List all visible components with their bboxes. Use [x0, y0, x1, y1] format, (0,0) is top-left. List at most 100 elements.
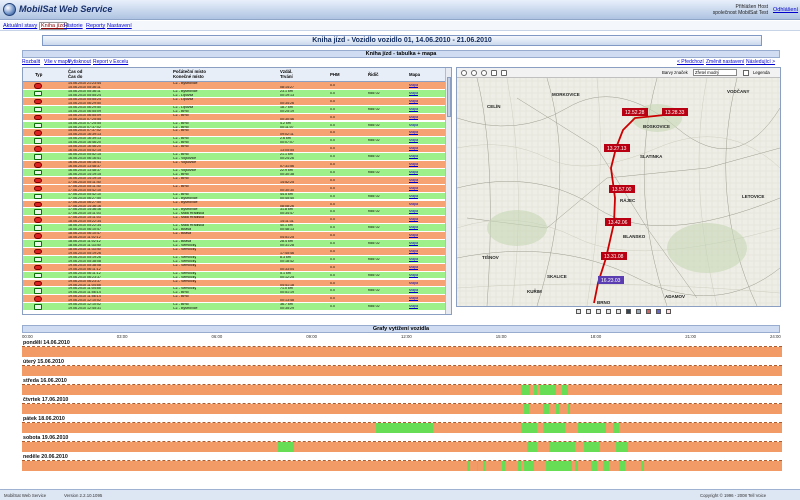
map-tool-2-icon[interactable] [586, 309, 591, 314]
pan-icon[interactable] [491, 70, 497, 76]
legend-checkbox[interactable] [743, 70, 749, 76]
menu-aktualni-stavy[interactable]: Aktuální stavy [3, 23, 37, 29]
zoom-extent-icon[interactable] [481, 70, 487, 76]
day-utilization-bar[interactable] [22, 461, 782, 471]
map-link[interactable]: Mapa [409, 171, 418, 175]
table-row[interactable]: 15.06.2010 06:29:50 15.06.2010 06:55:09 CZ… [23, 105, 445, 114]
map-canvas[interactable]: MORKOVICE SLATINKA CELÍN VODČANY BOSKOVI… [457, 78, 780, 306]
table-row[interactable]: 15.06.2010 16:46:20 16.06.2010 05:52:15 CZ… [23, 145, 445, 154]
table-row[interactable]: 16.06.2010 05:52:15 16.06.2010 06:16:41 CZ… [23, 153, 445, 161]
table-row[interactable]: 18.06.2010 11:02:12 18.06.2010 11:33:40 CZ… [23, 240, 445, 248]
table-row[interactable]: 15.06.2010 07:25:55 15.06.2010 07:37:02 CZ… [23, 121, 445, 130]
table-row[interactable]: 19.06.2010 06:23:37 19.06.2010 11:04:55 CZ… [23, 279, 445, 288]
map-link[interactable]: Mapa [409, 116, 418, 120]
map-link[interactable]: Mapa [409, 163, 418, 167]
expand-link[interactable]: Rozbalit [22, 59, 40, 65]
print-map-icon[interactable] [501, 70, 507, 76]
logout-link[interactable]: Odhlášení [773, 7, 798, 13]
table-row[interactable]: 17.06.2010 05:11:40 17.06.2010 05:42:10 CZ… [23, 184, 445, 193]
map-link[interactable]: Mapa [409, 234, 418, 238]
map-link[interactable]: Mapa [409, 282, 418, 286]
map-link[interactable]: Mapa [409, 155, 418, 159]
map-link[interactable]: Mapa [409, 305, 418, 309]
table-row[interactable]: 15.06.2010 06:55:09 15.06.2010 07:25:55 CZ… [23, 113, 445, 122]
day-utilization-bar[interactable] [22, 423, 782, 433]
table-row[interactable]: 19.06.2010 11:56:14 19.06.2010 12:10:02 CZ… [23, 295, 445, 304]
map-panel[interactable]: Barvy značek Zřetel modrý Legenda MORKOV… [456, 67, 781, 307]
previous-link[interactable]: < Předchozí [677, 59, 704, 65]
day-utilization-bar[interactable] [22, 404, 782, 414]
table-row[interactable]: 17.06.2010 05:42:10 17.06.2010 06:27:50 CZ… [23, 192, 445, 201]
map-link[interactable]: Mapa [409, 297, 418, 301]
print-link[interactable]: Vytisknout [68, 59, 91, 65]
map-link[interactable]: Mapa [409, 210, 418, 214]
table-row[interactable]: 17.06.2010 06:27:50 17.06.2010 14:36:16 CZ… [23, 200, 445, 209]
table-row[interactable]: 15.06.2010 05:55:24 15.06.2010 06:29:50 CZ… [23, 97, 445, 106]
table-row[interactable]: 17.06.2010 15:11:03 18.06.2010 05:22:34 CZ… [23, 216, 445, 225]
table-row[interactable]: 14.06.2010 21:23:44 15.06.2010 05:36:11 CZ… [23, 82, 445, 90]
map-close-icon[interactable] [666, 309, 671, 314]
map-link[interactable]: Mapa [409, 131, 418, 135]
map-link[interactable]: Mapa [409, 124, 418, 128]
change-settings-link[interactable]: Změnit nastavení [706, 59, 744, 65]
table-row[interactable]: 15.06.2010 05:36:11 15.06.2010 05:55:24 CZ… [23, 89, 445, 98]
day-utilization-bar[interactable] [22, 385, 782, 395]
map-tool-3-icon[interactable] [596, 309, 601, 314]
all-on-map-link[interactable]: Vše v mapě [44, 59, 70, 65]
table-row[interactable]: 16.06.2010 13:48:37 16.06.2010 14:19:15 CZ… [23, 168, 445, 177]
menu-reporty[interactable]: Reporty [86, 23, 105, 29]
scrollbar-thumb[interactable] [447, 77, 451, 117]
map-tool-5-icon[interactable] [616, 309, 621, 314]
map-tool-4-icon[interactable] [606, 309, 611, 314]
map-link[interactable]: Mapa [409, 226, 418, 230]
table-row[interactable]: 18.06.2010 11:33:40 19.06.2010 05:19:26 CZ… [23, 247, 445, 256]
map-link[interactable]: Mapa [409, 203, 418, 207]
day-utilization-bar[interactable] [22, 347, 782, 357]
zoom-out-icon[interactable] [471, 70, 477, 76]
map-link[interactable]: Mapa [409, 250, 418, 254]
map-link[interactable]: Mapa [409, 84, 418, 88]
day-utilization-bar[interactable] [22, 366, 782, 376]
map-tool-9-icon[interactable] [656, 309, 661, 314]
map-link[interactable]: Mapa [409, 258, 418, 262]
table-row[interactable]: 16.06.2010 06:16:41 16.06.2010 13:48:37 CZ… [23, 161, 445, 169]
login-company: společnost MobilSat Test [712, 10, 768, 16]
map-link[interactable]: Mapa [409, 179, 418, 183]
map-link[interactable]: Mapa [409, 108, 418, 112]
table-row[interactable]: 19.06.2010 06:11:12 19.06.2010 06:23:37 CZ… [23, 271, 445, 280]
table-row[interactable]: 18.06.2010 05:22:34 18.06.2010 06:10:47 CZ… [23, 224, 445, 233]
table-row[interactable]: 15.06.2010 07:37:02 15.06.2010 16:39:13 CZ… [23, 129, 445, 138]
table-row[interactable]: 19.06.2010 05:19:26 19.06.2010 05:38:08 CZ… [23, 255, 445, 264]
map-link[interactable]: Mapa [409, 139, 418, 143]
table-row[interactable]: 15.06.2010 16:39:13 15.06.2010 16:46:20 CZ… [23, 137, 445, 146]
table-row[interactable]: 17.06.2010 14:36:16 17.06.2010 15:11:03 CZ… [23, 208, 445, 217]
table-scrollbar[interactable] [445, 68, 451, 314]
map-link[interactable]: Mapa [409, 289, 418, 293]
marker-color-select[interactable]: Zřetel modrý [693, 69, 737, 76]
map-tool-7-icon[interactable] [636, 309, 641, 314]
table-row[interactable]: 16.06.2010 14:19:15 17.06.2010 05:11:40 CZ… [23, 176, 445, 185]
menu-nastaveni[interactable]: Nastavení [107, 23, 132, 29]
menu-historie[interactable]: Historie [64, 23, 83, 29]
map-tool-1-icon[interactable] [576, 309, 581, 314]
map-link[interactable]: Mapa [409, 92, 418, 96]
table-row[interactable]: 19.06.2010 11:04:55 19.06.2010 11:56:14 CZ… [23, 287, 445, 296]
next-link[interactable]: Následující > [746, 59, 775, 65]
menu-kniha-jizd[interactable]: Kniha jízd [39, 22, 68, 30]
table-row[interactable]: 19.06.2010 05:38:08 19.06.2010 06:11:12 CZ… [23, 263, 445, 272]
zoom-in-icon[interactable] [461, 70, 467, 76]
map-link[interactable]: Mapa [409, 242, 418, 246]
map-link[interactable]: Mapa [409, 187, 418, 191]
map-link[interactable]: Mapa [409, 100, 418, 104]
excel-report-link[interactable]: Report v Excelu [93, 59, 128, 65]
map-link[interactable]: Mapa [409, 274, 418, 278]
day-utilization-bar[interactable] [22, 442, 782, 452]
map-link[interactable]: Mapa [409, 147, 418, 151]
map-link[interactable]: Mapa [409, 218, 418, 222]
map-tool-6-icon[interactable] [626, 309, 631, 314]
map-link[interactable]: Mapa [409, 266, 418, 270]
table-row[interactable]: 19.06.2010 12:10:02 19.06.2010 12:45:31 CZ… [23, 303, 445, 312]
table-row[interactable]: 18.06.2010 06:10:47 18.06.2010 11:02:12 CZ… [23, 232, 445, 240]
map-link[interactable]: Mapa [409, 195, 418, 199]
map-tool-8-icon[interactable] [646, 309, 651, 314]
